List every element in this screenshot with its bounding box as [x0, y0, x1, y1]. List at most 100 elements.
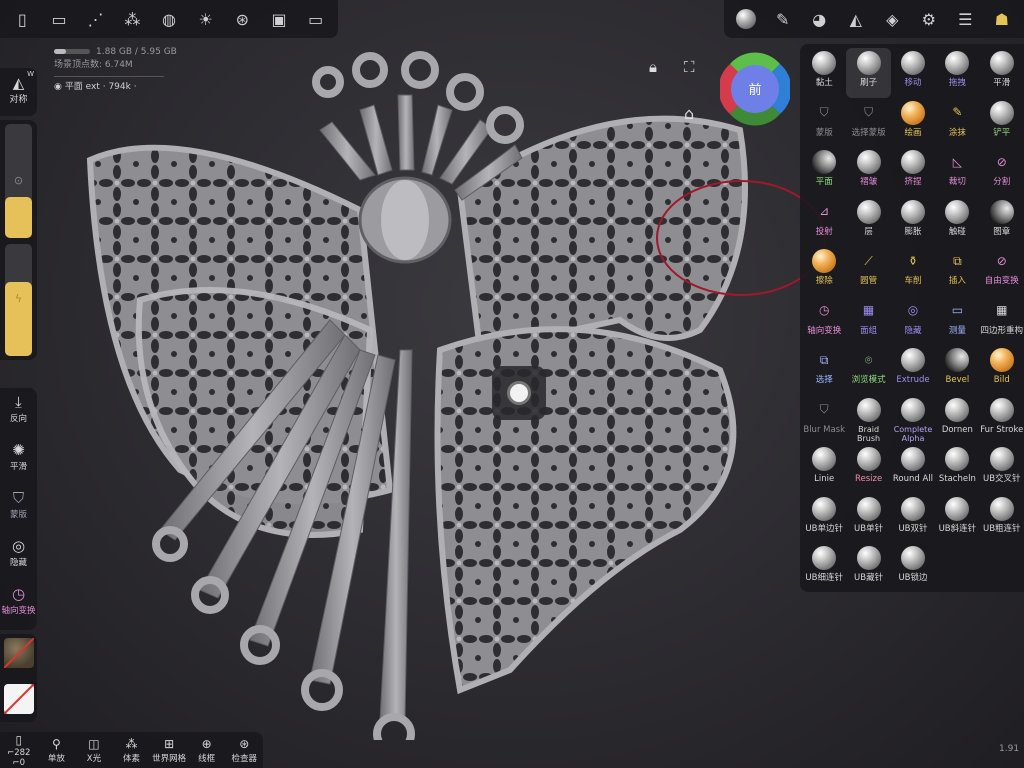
- brush-item[interactable]: Round All: [891, 444, 935, 494]
- sliders-icon[interactable]: ☰: [947, 1, 984, 38]
- brush-item[interactable]: ▭ 测量: [935, 296, 979, 346]
- left-tool[interactable]: ⤓ 反向: [0, 388, 37, 436]
- brush-label: 裁切: [948, 177, 966, 187]
- bottom-bar-item[interactable]: ⊞ 世界网格: [150, 737, 188, 764]
- shapes-icon[interactable]: ⁂: [114, 1, 151, 38]
- mirror-icon[interactable]: ◭: [838, 1, 875, 38]
- pen-icon[interactable]: ✎: [765, 1, 802, 38]
- matcap-icon[interactable]: [728, 1, 765, 38]
- brush-label: UB单针: [854, 523, 884, 534]
- brush-item[interactable]: 膨胀: [891, 197, 935, 247]
- brush-item[interactable]: ✎ 涂抹: [935, 98, 979, 148]
- brush-label: 隐藏: [904, 325, 922, 336]
- brush-item[interactable]: UB斜连针: [935, 494, 979, 544]
- picker-button[interactable]: [492, 366, 546, 420]
- symmetry-button[interactable]: ◭ 对称 W: [0, 68, 37, 116]
- intensity-slider[interactable]: ϟ: [5, 244, 32, 356]
- brush-item[interactable]: ⊿ 投射: [802, 197, 846, 247]
- brush-item[interactable]: ⟋ 圆管: [846, 246, 890, 296]
- brush-item[interactable]: UB锁边: [891, 543, 935, 593]
- brush-item[interactable]: UB交叉针: [980, 444, 1024, 494]
- brush-item[interactable]: 绘画: [891, 98, 935, 148]
- material-icon[interactable]: ⊛: [224, 1, 261, 38]
- brush-item[interactable]: ⚱ 车削: [891, 246, 935, 296]
- brush-sliders: ⊙ ϟ: [0, 120, 37, 360]
- brush-item[interactable]: 黏土: [802, 48, 846, 98]
- left-tool[interactable]: ✺ 平滑: [0, 436, 37, 484]
- sphere-mesh-icon[interactable]: ◍: [151, 1, 188, 38]
- brush-item[interactable]: Braid Brush: [846, 395, 890, 445]
- brush-item[interactable]: 擦除: [802, 246, 846, 296]
- brush-item[interactable]: ▦ 四边形重构: [980, 296, 1024, 346]
- bottom-bar-item[interactable]: ⚲ 单放: [38, 737, 76, 764]
- brush-item[interactable]: 移动: [891, 48, 935, 98]
- brush-sphere-icon: [856, 51, 881, 75]
- brush-item[interactable]: ⛉ 蒙版: [802, 98, 846, 148]
- brush-item[interactable]: Linie: [802, 444, 846, 494]
- bottom-bar-item[interactable]: ⊕ 线框: [188, 737, 226, 764]
- brush-item[interactable]: ◎ 隐藏: [891, 296, 935, 346]
- bottom-bar-item[interactable]: ⁂ 体素: [113, 737, 151, 764]
- brush-item[interactable]: ▦ 面组: [846, 296, 890, 346]
- palette-icon[interactable]: ◕: [801, 1, 838, 38]
- brush-item[interactable]: 挤捏: [891, 147, 935, 197]
- brush-item[interactable]: Bild: [980, 345, 1024, 395]
- gear-icon[interactable]: ⚙: [911, 1, 948, 38]
- brush-item[interactable]: 拖拽: [935, 48, 979, 98]
- brush-item[interactable]: 褶皱: [846, 147, 890, 197]
- brush-label: 插入: [948, 276, 966, 286]
- brush-item[interactable]: Fur Stroke: [980, 395, 1024, 445]
- brush-item[interactable]: ◷ 轴向变换: [802, 296, 846, 346]
- brush-item[interactable]: ⧉ 插入: [935, 246, 979, 296]
- scene-graph-icon[interactable]: ⋰: [77, 1, 114, 38]
- brush-item[interactable]: 平面: [802, 147, 846, 197]
- left-tool[interactable]: ◷ 轴向变换: [0, 580, 37, 628]
- sun-icon[interactable]: ☀: [187, 1, 224, 38]
- brush-item[interactable]: Resize: [846, 444, 890, 494]
- brush-item[interactable]: UB双针: [891, 494, 935, 544]
- brush-item[interactable]: UB粗连针: [980, 494, 1024, 544]
- viewport-model[interactable]: [60, 50, 780, 740]
- fullscreen-icon[interactable]: ⛶: [684, 58, 695, 76]
- swatch-disabled-icon: [4, 684, 34, 714]
- brush-item[interactable]: 平滑: [980, 48, 1024, 98]
- brush-item[interactable]: ⊘ 分割: [980, 147, 1024, 197]
- left-tool[interactable]: ◎ 隐藏: [0, 532, 37, 580]
- layers-icon[interactable]: ◈: [874, 1, 911, 38]
- brush-sphere-icon: [945, 447, 970, 471]
- left-tool[interactable]: ⛉ 蒙版: [0, 484, 37, 532]
- brush-item[interactable]: UB细连针: [802, 543, 846, 593]
- video-icon[interactable]: ▭: [297, 1, 334, 38]
- brush-item[interactable]: ⌾ 浏览模式: [846, 345, 890, 395]
- brush-item[interactable]: Bevel: [935, 345, 979, 395]
- brush-item[interactable]: Stacheln: [935, 444, 979, 494]
- brush-item[interactable]: 触碰: [935, 197, 979, 247]
- folder-icon[interactable]: ▭: [41, 1, 78, 38]
- brush-item[interactable]: ⊘ 自由变换: [980, 246, 1024, 296]
- view-cube[interactable]: 前: [720, 52, 790, 126]
- bottom-bar-item[interactable]: ◫ X光: [75, 737, 113, 764]
- radius-slider[interactable]: ⊙: [5, 124, 32, 238]
- file-icon[interactable]: ▯: [4, 1, 41, 38]
- brush-item[interactable]: UB单针: [846, 494, 890, 544]
- brush-item[interactable]: 刷子: [846, 48, 891, 98]
- brush-item[interactable]: ⧉ 选择: [802, 345, 846, 395]
- brush-item[interactable]: ⛉ Blur Mask: [802, 395, 846, 445]
- top-right-toolbar: ✎ ◕ ◭ ◈ ⚙ ☰ ☗: [724, 0, 1024, 38]
- bottom-bar-item[interactable]: ▯ ⌐282 ⌐0: [0, 733, 38, 768]
- brush-item[interactable]: Dornen: [935, 395, 979, 445]
- lock-icon[interactable]: 🔒︎: [649, 58, 657, 76]
- brush-item[interactable]: ⛉ 选择蒙版: [846, 98, 890, 148]
- brush-item[interactable]: UB单边针: [802, 494, 846, 544]
- brush-item[interactable]: 图章: [980, 197, 1024, 247]
- brush-item[interactable]: 铲平: [980, 98, 1024, 148]
- bottom-bar-item[interactable]: ⊛ 检查器: [225, 737, 263, 764]
- image-icon[interactable]: ▣: [261, 1, 298, 38]
- brush-item[interactable]: 层: [846, 197, 890, 247]
- team-icon[interactable]: ☗: [984, 1, 1021, 38]
- brush-item[interactable]: Extrude: [891, 345, 935, 395]
- brush-item[interactable]: ◺ 裁切: [935, 147, 979, 197]
- home-icon[interactable]: ⌂: [684, 104, 694, 123]
- brush-item[interactable]: Complete Alpha: [891, 395, 935, 445]
- brush-item[interactable]: UB藏针: [846, 543, 890, 593]
